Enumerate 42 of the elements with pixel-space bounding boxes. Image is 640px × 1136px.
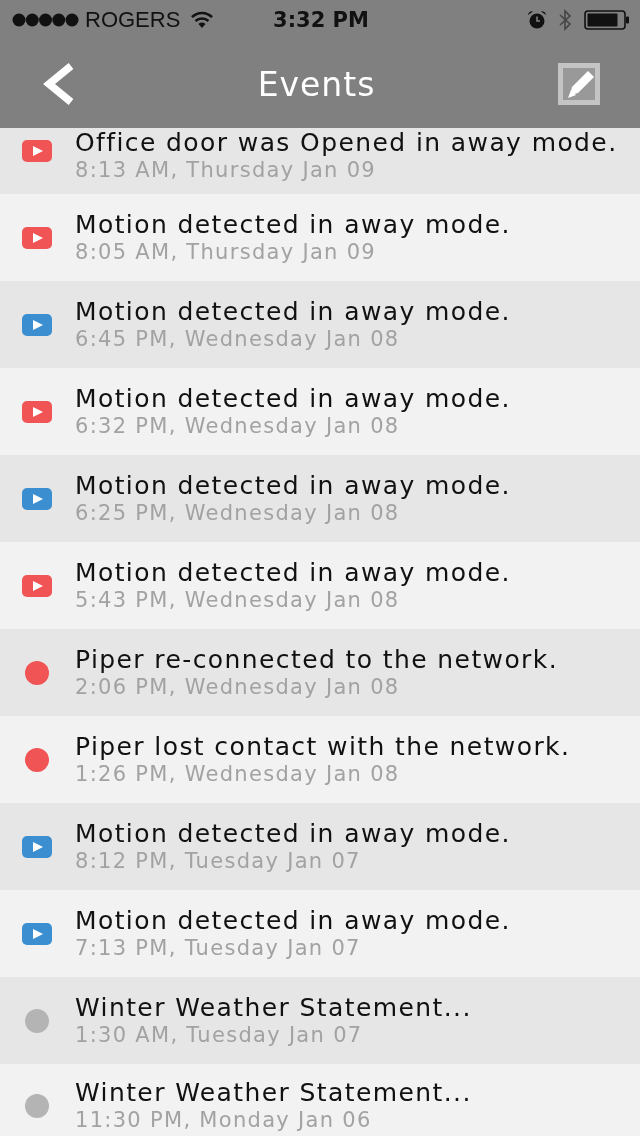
event-time: 1:30 AM, Tuesday Jan 07 [75, 1021, 364, 1049]
event-title: Motion detected in away mode. [75, 296, 511, 326]
event-title: Motion detected in away mode. [75, 209, 511, 239]
edit-icon [558, 63, 600, 105]
event-time: 5:43 PM, Wednesday Jan 08 [75, 586, 401, 614]
event-title: Office door was Opened in away mode. [75, 128, 618, 157]
back-chevron-icon [42, 63, 75, 105]
event-row[interactable]: Motion detected in away mode. 6:25 PM, Wednesday Jan 08 [0, 455, 640, 542]
event-time: 7:13 PM, Tuesday Jan 07 [75, 934, 362, 962]
carrier-name: ROGERS [85, 7, 181, 33]
event-row[interactable]: Winter Weather Statement... 1:30 AM, Tuesday Jan 07 [0, 977, 640, 1064]
event-title: Motion detected in away mode. [75, 905, 511, 935]
event-title: Piper lost contact with the network. [75, 731, 571, 761]
event-row[interactable]: Motion detected in away mode. 6:45 PM, Wednesday Jan 08 [0, 281, 640, 368]
event-title: Motion detected in away mode. [75, 557, 511, 587]
event-title: Motion detected in away mode. [75, 383, 511, 413]
status-time: 3:32 PM [273, 8, 369, 32]
battery-icon [584, 10, 630, 30]
event-time: 6:45 PM, Wednesday Jan 08 [75, 325, 401, 353]
event-time: 11:30 PM, Monday Jan 06 [75, 1107, 373, 1134]
event-row[interactable]: Office door was Opened in away mode. 8:13 AM, Thursday Jan 09 [0, 128, 640, 194]
edit-button[interactable] [558, 63, 600, 105]
back-button[interactable] [42, 63, 75, 105]
bluetooth-icon [559, 9, 572, 31]
alarm-clock-icon [527, 10, 547, 30]
screen-title: Events [257, 64, 376, 104]
event-title: Winter Weather Statement... [75, 1078, 472, 1107]
event-time: 1:26 PM, Wednesday Jan 08 [75, 760, 401, 788]
event-row[interactable]: Piper re-connected to the network. 2:06 PM, Wednesday Jan 08 [0, 629, 640, 716]
event-title: Winter Weather Statement... [75, 992, 472, 1022]
wifi-icon [190, 11, 215, 29]
event-title: Motion detected in away mode. [75, 818, 511, 848]
event-row[interactable]: Motion detected in away mode. 8:12 PM, Tuesday Jan 07 [0, 803, 640, 890]
signal-strength-icon [12, 13, 79, 27]
event-title: Piper re-connected to the network. [75, 644, 559, 674]
event-time: 2:06 PM, Wednesday Jan 08 [75, 673, 401, 701]
event-time: 8:05 AM, Thursday Jan 09 [75, 238, 377, 266]
event-time: 6:32 PM, Wednesday Jan 08 [75, 412, 401, 440]
event-title: Motion detected in away mode. [75, 470, 511, 500]
event-time: 8:12 PM, Tuesday Jan 07 [75, 847, 362, 875]
event-time: 6:25 PM, Wednesday Jan 08 [75, 499, 401, 527]
event-time: 8:13 AM, Thursday Jan 09 [75, 157, 377, 184]
